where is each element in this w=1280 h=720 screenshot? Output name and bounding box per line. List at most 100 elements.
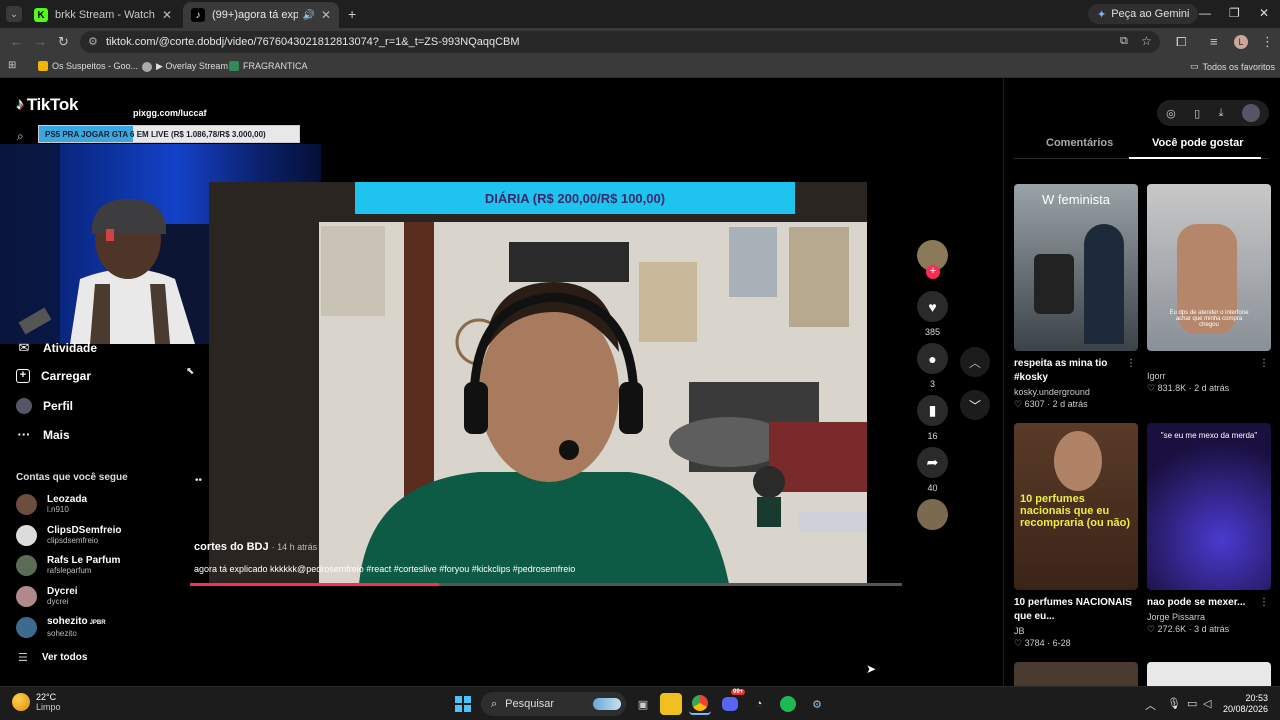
following-account[interactable]: Rafs Le Parfum rafsleparfum — [16, 555, 120, 576]
profile-avatar[interactable]: L — [1234, 35, 1248, 49]
recommended-video-card[interactable]: Eu dps de atender o interfone achar que … — [1147, 184, 1271, 394]
following-account[interactable]: Dycrei dycrei — [16, 586, 78, 607]
tab-tiktok[interactable]: ♪ (99+)agora tá explicado kkk 🔊 ✕ — [183, 2, 339, 28]
card-title: 10 perfumes NACIONAIS que eu... — [1014, 597, 1132, 622]
tab-kick[interactable]: K brkk Stream - Watch Live on Kick ✕ — [26, 2, 180, 28]
reading-list-icon[interactable]: ≡ — [1210, 35, 1218, 49]
tiktok-logo[interactable]: ♪ TikTok — [16, 95, 78, 115]
see-all-following[interactable]: ☰ Ver todos — [18, 651, 87, 664]
task-view-icon[interactable]: ▣ — [632, 693, 654, 715]
recommended-video-card[interactable] — [1014, 662, 1138, 686]
account-name: Leozada — [47, 494, 88, 505]
card-options-icon[interactable]: ⋮ — [1259, 597, 1269, 608]
menu-icon[interactable]: ⋮ — [1261, 35, 1274, 49]
maximize-button[interactable]: ❐ — [1229, 6, 1240, 20]
video-options-icon[interactable]: •• — [195, 475, 202, 486]
following-account[interactable]: Leozada l.n910 — [16, 494, 87, 515]
recommended-video-card[interactable] — [1147, 662, 1271, 686]
next-video-button[interactable]: ﹀ — [960, 390, 990, 420]
back-icon[interactable]: ← — [10, 35, 23, 49]
profile-icon — [16, 398, 32, 414]
comment-icon: ● — [917, 343, 948, 374]
cast-icon[interactable]: ⧉ — [1120, 35, 1128, 48]
sound-disc-button[interactable] — [917, 499, 948, 530]
close-window-button[interactable]: ✕ — [1259, 6, 1269, 20]
search-icon[interactable]: ⌕ — [17, 129, 24, 144]
thumbnail-text: W feminista — [1042, 192, 1110, 207]
extensions-icon[interactable]: ⧠ — [1176, 35, 1186, 49]
author-avatar-button[interactable]: + — [917, 240, 948, 279]
site-info-icon[interactable]: ⚙ — [88, 35, 98, 48]
tab-search-button[interactable]: ⌄ — [6, 6, 22, 22]
gemini-button[interactable]: ✦ Peça ao Gemini — [1088, 4, 1199, 24]
microphone-icon[interactable]: 🎙 — [1167, 697, 1181, 710]
recommended-video-card[interactable]: 10 perfumes nacionais que eu recompraria… — [1014, 423, 1138, 649]
card-likes: ♡ 272.6K · 3 d atrás — [1147, 624, 1230, 634]
following-account[interactable]: sohezito JPBR sohezito — [16, 616, 106, 639]
bookmark-star-icon[interactable]: ☆ — [1141, 34, 1152, 48]
gemini-icon: ✦ — [1097, 8, 1107, 21]
bookmark-item[interactable]: ▶ Overlay Stream — [142, 61, 228, 72]
close-tab-icon[interactable]: ✕ — [321, 8, 331, 22]
active-tab-indicator — [1129, 157, 1261, 159]
file-explorer-icon[interactable] — [660, 693, 682, 715]
volume-icon[interactable]: ◁ — [1203, 697, 1211, 710]
video-player[interactable] — [209, 182, 867, 584]
weather-widget[interactable]: 22°C Limpo — [12, 692, 61, 712]
apps-grid-icon[interactable]: ⊞ — [8, 60, 16, 71]
mouse-cursor-icon: ➤ — [866, 662, 877, 676]
share-button[interactable]: ➦ 40 — [917, 447, 948, 493]
video-description: agora tá explicado kkkkkk@pedrosemfreio … — [194, 564, 576, 574]
tab-you-may-like[interactable]: Você pode gostar — [1152, 137, 1243, 149]
recommended-video-card[interactable]: "se eu me mexo da merda" nao pode se mex… — [1147, 423, 1271, 635]
discord-icon[interactable]: 99+ — [719, 689, 746, 715]
bookmark-item[interactable]: FRAGRANTICA — [229, 61, 308, 71]
address-bar[interactable]: ⚙ tiktok.com/@corte.dobdj/video/76760430… — [80, 31, 1160, 53]
steam-like-icon[interactable]: ◔ — [748, 693, 770, 715]
video-author[interactable]: cortes do BDJ · 14 h atrás — [194, 541, 317, 553]
nav-more[interactable]: ··· Mais — [16, 427, 70, 442]
chrome-icon[interactable] — [689, 693, 711, 715]
phone-icon[interactable]: ▯ — [1194, 107, 1200, 120]
nav-label: Perfil — [43, 399, 74, 413]
steam-icon[interactable]: ⚙ — [806, 693, 828, 715]
recommended-video-card[interactable]: W feminista respeita as mina tio #kosky … — [1014, 184, 1138, 410]
compass-icon[interactable]: ◎ — [1166, 107, 1176, 120]
nav-activity[interactable]: ✉ Atividade — [16, 340, 97, 356]
nav-upload[interactable]: + Carregar — [16, 369, 91, 383]
like-button[interactable]: ♥ 385 — [917, 291, 948, 337]
following-account[interactable]: ClipsDSemfreio clipsdsemfreio — [16, 525, 121, 546]
forward-icon[interactable]: → — [34, 35, 47, 49]
close-tab-icon[interactable]: ✕ — [162, 8, 172, 22]
card-options-icon[interactable]: ⋮ — [1259, 358, 1269, 369]
card-title: nao pode se mexer... — [1147, 597, 1246, 608]
card-options-icon[interactable]: ⋮ — [1126, 358, 1136, 369]
previous-video-button[interactable]: ︿ — [960, 347, 990, 377]
all-favorites-folder[interactable]: ▭ Todos os favoritos — [1190, 61, 1275, 72]
nav-profile[interactable]: Perfil — [16, 398, 73, 414]
spotify-icon[interactable] — [777, 693, 799, 715]
network-icon[interactable]: ▭ — [1187, 697, 1197, 710]
save-button[interactable]: ▮ 16 — [917, 395, 948, 441]
bookmark-label: ▶ Overlay Stream — [156, 61, 228, 71]
taskbar-search[interactable]: ⌕ Pesquisar — [481, 692, 626, 716]
system-clock[interactable]: 20:53 20/08/2026 — [1222, 693, 1268, 715]
card-author: kosky.underground — [1014, 387, 1090, 397]
like-count: 385 — [924, 327, 941, 337]
follow-plus-icon[interactable]: + — [926, 265, 940, 279]
new-tab-button[interactable]: + — [348, 6, 356, 22]
bookmark-item[interactable]: Os Suspeitos - Goo... — [38, 61, 138, 71]
start-button[interactable] — [452, 693, 474, 715]
tray-chevron-icon[interactable]: ︿ — [1145, 697, 1156, 713]
card-options-icon[interactable]: ⋮ — [1126, 597, 1136, 608]
download-icon[interactable]: ⤓ — [1219, 107, 1224, 120]
reload-icon[interactable]: ↻ — [58, 35, 69, 49]
video-progress-track[interactable] — [190, 583, 902, 586]
comment-button[interactable]: ● 3 — [917, 343, 948, 389]
minimize-button[interactable]: — — [1199, 6, 1211, 20]
audio-playing-icon[interactable]: 🔊 — [302, 10, 314, 21]
avatar[interactable] — [1241, 104, 1260, 122]
right-panel: ◎ ▯ ⤓ Comentários Você pode gostar W fem… — [1003, 78, 1280, 686]
browser-toolbar: ← → ↻ ⚙ tiktok.com/@corte.dobdj/video/76… — [0, 28, 1280, 56]
tab-comments[interactable]: Comentários — [1046, 137, 1113, 149]
